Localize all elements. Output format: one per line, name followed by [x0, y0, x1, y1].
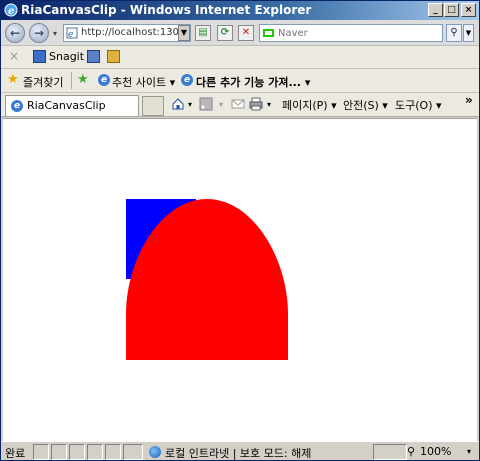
snagit-toolbar: × Snagit — [1, 46, 479, 69]
red-clipped-ellipse — [126, 199, 288, 360]
new-tab-button[interactable] — [142, 96, 164, 116]
favorites-bar: ★ 즐겨찾기 ★ e 추천 사이트 ▾ e 다른 추가 기능 가져... ▾ — [1, 69, 479, 93]
snagit-open-icon[interactable] — [107, 50, 120, 63]
mail-icon[interactable] — [231, 97, 245, 111]
divider — [71, 72, 72, 89]
close-button[interactable]: × — [461, 3, 476, 17]
tab-bar: e RiaCanvasClip ▾ ▾ ▾ 페이지(P) ▾ 안전(S) ▾ 도… — [1, 93, 479, 117]
protected-mode-panel[interactable] — [373, 444, 407, 460]
favorites-button[interactable]: 즐겨찾기 — [23, 74, 63, 90]
tab-ie-icon: e — [11, 100, 23, 112]
svg-text:e: e — [8, 6, 14, 17]
snagit-icon[interactable] — [33, 50, 46, 63]
tab-title: RiaCanvasClip — [27, 99, 106, 112]
page-menu[interactable]: 페이지(P) ▾ — [282, 97, 337, 113]
close-toolbar-icon[interactable]: × — [9, 49, 19, 63]
home-dropdown-icon[interactable]: ▾ — [188, 100, 192, 109]
snagit-label[interactable]: Snagit — [49, 50, 84, 63]
browser-window: e RiaCanvasClip - Windows Internet Explo… — [0, 0, 480, 461]
url-dropdown-button[interactable]: ▼ — [178, 25, 190, 41]
back-button[interactable]: ← — [5, 23, 25, 43]
more-commands-chevron[interactable]: » — [465, 93, 473, 107]
print-icon[interactable] — [249, 97, 263, 111]
naver-logo-icon — [263, 29, 274, 37]
maximize-button[interactable]: □ — [444, 3, 459, 17]
status-panel — [87, 444, 103, 460]
status-panel — [105, 444, 121, 460]
search-options-dropdown[interactable]: ▼ — [463, 24, 474, 42]
favorites-star-icon[interactable]: ★ — [7, 72, 19, 87]
status-panel — [33, 444, 49, 460]
feed-dropdown-icon[interactable]: ▾ — [219, 100, 223, 109]
forward-arrow-icon: → — [33, 26, 45, 40]
intranet-globe-icon — [149, 446, 161, 458]
security-zone-text[interactable]: 로컬 인트라넷 | 보호 모드: 해제 — [165, 445, 311, 460]
page-content — [3, 118, 477, 441]
home-icon[interactable] — [171, 97, 185, 111]
ie-logo-icon: e — [4, 3, 18, 17]
stop-icon[interactable]: ✕ — [238, 25, 254, 41]
search-input[interactable] — [278, 26, 438, 40]
title-bar[interactable]: e RiaCanvasClip - Windows Internet Explo… — [1, 1, 479, 20]
status-panel — [123, 444, 143, 460]
addons-icon: e — [181, 74, 193, 86]
url-field[interactable]: e http://localhost:1301 — [63, 24, 191, 42]
compatibility-view-icon[interactable]: ▤ — [195, 25, 211, 41]
add-favorite-icon[interactable]: ★ — [77, 72, 89, 87]
search-box[interactable] — [259, 24, 443, 42]
search-button[interactable]: ⚲ — [446, 24, 462, 42]
address-bar: ← → ▾ e http://localhost:1301 ▼ ▤ ⟳ ✕ ⚲ … — [1, 20, 479, 46]
window-title: RiaCanvasClip - Windows Internet Explore… — [21, 3, 312, 17]
status-text: 완료 — [5, 447, 26, 460]
zoom-icon[interactable]: ⚲ — [407, 445, 415, 458]
rss-feed-icon[interactable] — [199, 97, 213, 111]
search-icon: ⚲ — [450, 27, 458, 38]
back-arrow-icon: ← — [9, 26, 21, 40]
tab-riacanvasclip[interactable]: e RiaCanvasClip — [5, 95, 139, 116]
zoom-dropdown-icon[interactable]: ▾ — [467, 447, 471, 456]
svg-text:e: e — [68, 30, 73, 39]
suggested-sites-link[interactable]: 추천 사이트 ▾ — [112, 74, 175, 90]
history-dropdown-icon[interactable]: ▾ — [53, 29, 57, 38]
suggested-sites-icon: e — [98, 74, 110, 86]
safety-menu[interactable]: 안전(S) ▾ — [343, 97, 388, 113]
zoom-level[interactable]: 100% — [420, 445, 451, 458]
print-dropdown-icon[interactable]: ▾ — [267, 100, 271, 109]
status-panel — [51, 444, 67, 460]
url-text: http://localhost:1301 — [81, 27, 186, 38]
snagit-capture-icon[interactable] — [87, 50, 100, 63]
status-bar: 완료 로컬 인트라넷 | 보호 모드: 해제 100% ⚲ ▾ — [1, 441, 479, 460]
minimize-button[interactable]: _ — [428, 3, 443, 17]
refresh-icon[interactable]: ⟳ — [217, 25, 233, 41]
tools-menu[interactable]: 도구(O) ▾ — [395, 97, 442, 113]
forward-button[interactable]: → — [29, 23, 49, 43]
status-panel — [69, 444, 85, 460]
more-addons-link[interactable]: 다른 추가 기능 가져... ▾ — [196, 74, 310, 90]
page-icon: e — [66, 27, 78, 39]
